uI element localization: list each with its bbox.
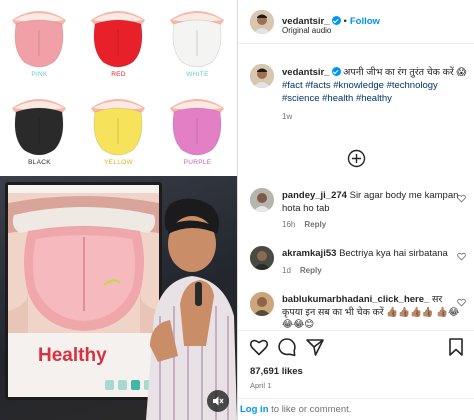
commenter-username[interactable]: pandey_ji_274 (282, 190, 347, 201)
tongue-color-label: PURPLE (183, 159, 212, 166)
commenter-avatar[interactable] (250, 246, 274, 270)
caption-avatar[interactable] (250, 64, 274, 88)
like-comment-heart-icon[interactable] (457, 298, 466, 307)
like-comment-heart-icon[interactable] (457, 252, 466, 261)
comment-time[interactable]: 1d (282, 266, 291, 275)
tongue-swatch: YELLOW (79, 88, 158, 176)
tongue-color-chart: PINK RED WHITE BLACK YELLOW PURPLE (0, 0, 237, 176)
slide-caption: Healthy (38, 345, 107, 366)
mute-button[interactable] (207, 390, 229, 412)
tongue-swatch: RED (79, 0, 158, 88)
author-avatar[interactable] (250, 10, 274, 34)
comment-item: pandey_ji_274 Sir agar body me kampan ho… (250, 188, 470, 234)
login-prompt-text: to like or comment. (268, 404, 352, 415)
post-media[interactable]: PINK RED WHITE BLACK YELLOW PURPLE Healthy (0, 0, 237, 420)
comment-item: bablukumarbhadani_click_here_ सर कृपया इ… (250, 292, 470, 330)
tongue-swatch: WHITE (158, 0, 237, 88)
commenter-username[interactable]: akramkaji53 (282, 248, 336, 259)
presenter-figure (146, 198, 237, 420)
save-bookmark-icon[interactable] (446, 337, 466, 357)
tongue-illustration (170, 99, 224, 156)
reply-button[interactable]: Reply (300, 266, 322, 275)
share-paper-plane-icon[interactable] (305, 337, 325, 357)
reply-button[interactable]: Reply (304, 220, 326, 229)
tongue-closeup-image (8, 193, 159, 333)
speaker-muted-icon (213, 396, 224, 406)
caption-hashtags[interactable]: #fact #facts #knowledge #technology #sci… (282, 79, 467, 105)
caption-time[interactable]: 1w (282, 110, 467, 123)
comment-bubble-icon[interactable] (277, 337, 297, 357)
tongue-swatch: BLACK (0, 88, 79, 176)
commenter-avatar[interactable] (250, 292, 274, 316)
tongue-illustration (170, 11, 224, 68)
tongue-illustration (12, 99, 66, 156)
post-header: vedantsir_ • Follow Original audio (238, 0, 474, 44)
tongue-illustration (91, 99, 145, 156)
tongue-color-label: RED (111, 71, 126, 78)
follow-button[interactable]: Follow (350, 16, 380, 27)
presentation-screen: Healthy (5, 182, 162, 400)
caption-username[interactable]: vedantsir_ (282, 67, 330, 78)
tongue-color-label: PINK (31, 71, 48, 78)
tongue-swatch: PINK (0, 0, 79, 88)
reel-video[interactable]: Healthy (0, 176, 237, 420)
comment-item: akramkaji53 Bectriya kya hai sirbatana 1… (250, 246, 470, 282)
login-link[interactable]: Log in (240, 404, 269, 415)
post-actions-bar (238, 330, 474, 360)
commenter-avatar[interactable] (250, 188, 274, 212)
tongue-color-label: WHITE (186, 71, 209, 78)
like-heart-icon[interactable] (249, 337, 269, 357)
login-prompt: Log in to like or comment. (238, 398, 474, 420)
tongue-color-label: BLACK (28, 159, 51, 166)
load-more-comments-icon[interactable] (347, 149, 366, 168)
caption-text: अपनी जीभ का रंग तुरंत चेक करें 😱 (343, 67, 467, 78)
post-date[interactable]: April 1 (250, 381, 271, 390)
comment-text: Bectriya kya hai sirbatana (339, 248, 448, 259)
audio-label[interactable]: Original audio (282, 26, 331, 35)
verified-badge-icon (331, 16, 341, 25)
likes-count[interactable]: 87,691 likes (250, 366, 303, 377)
post-panel: vedantsir_ • Follow Original audio vedants… (237, 0, 474, 420)
like-comment-heart-icon[interactable] (457, 194, 466, 203)
tongue-swatch: PURPLE (158, 88, 237, 176)
verified-badge-icon (331, 67, 341, 76)
tongue-color-label: YELLOW (104, 159, 133, 166)
commenter-username[interactable]: bablukumarbhadani_click_here_ (282, 294, 429, 305)
tongue-illustration (91, 11, 145, 68)
separator-dot: • (343, 16, 347, 27)
comment-time[interactable]: 16h (282, 220, 295, 229)
tongue-illustration (12, 11, 66, 68)
